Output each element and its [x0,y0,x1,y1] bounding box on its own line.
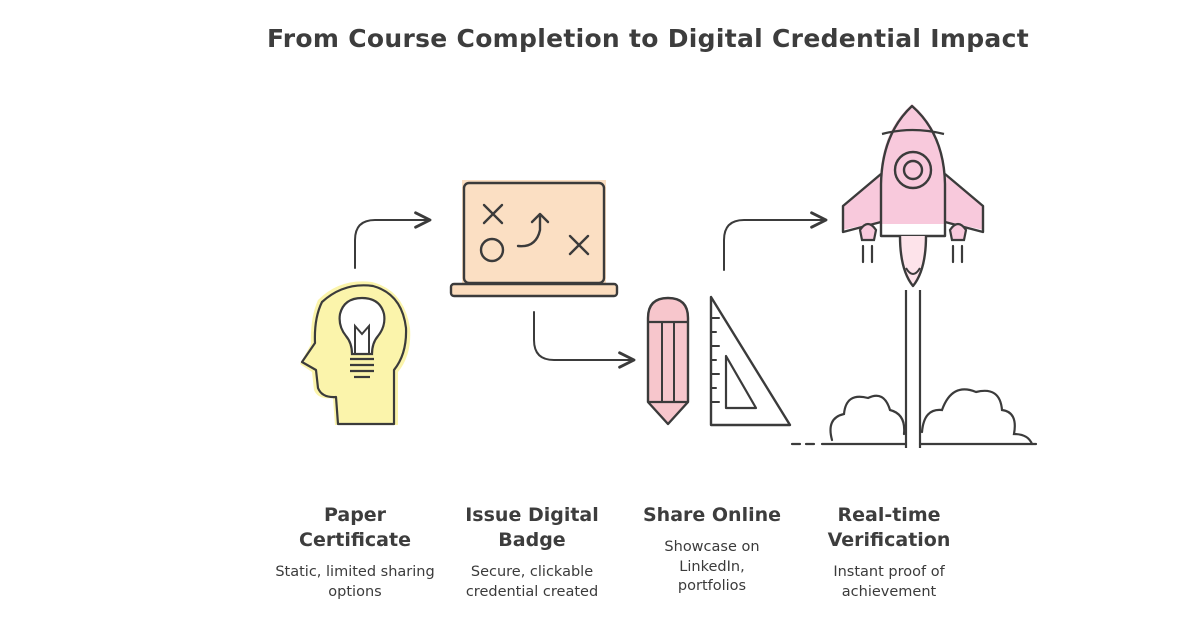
step-description: Instant proof of achievement [833,564,945,600]
step-title: Real-time Verification [827,504,951,551]
step-title: Paper Certificate [299,504,411,551]
step-description: Secure, clickable credential created [465,564,599,600]
step-share-online: Share Online Showcase on LinkedIn, portf… [627,503,797,597]
rocket-launch-icon [790,104,1038,448]
strategy-board-icon [449,180,619,298]
lightbulb-head-icon [300,281,411,426]
step-title: Share Online [642,504,782,526]
arrow-badge-to-share [533,311,636,369]
step-real-time-verification: Real-time Verification Instant proof of … [804,503,974,602]
arrow-paper-to-badge [354,211,432,269]
step-description: Static, limited sharing options [275,564,435,600]
arrow-share-to-verify [723,211,828,271]
step-description: Showcase on LinkedIn, portfolios [664,539,760,594]
pencil-ruler-icon [646,295,792,427]
step-paper-certificate: Paper Certificate Static, limited sharin… [270,503,440,602]
step-issue-digital-badge: Issue Digital Badge Secure, clickable cr… [447,503,617,602]
step-title: Issue Digital Badge [465,504,599,551]
